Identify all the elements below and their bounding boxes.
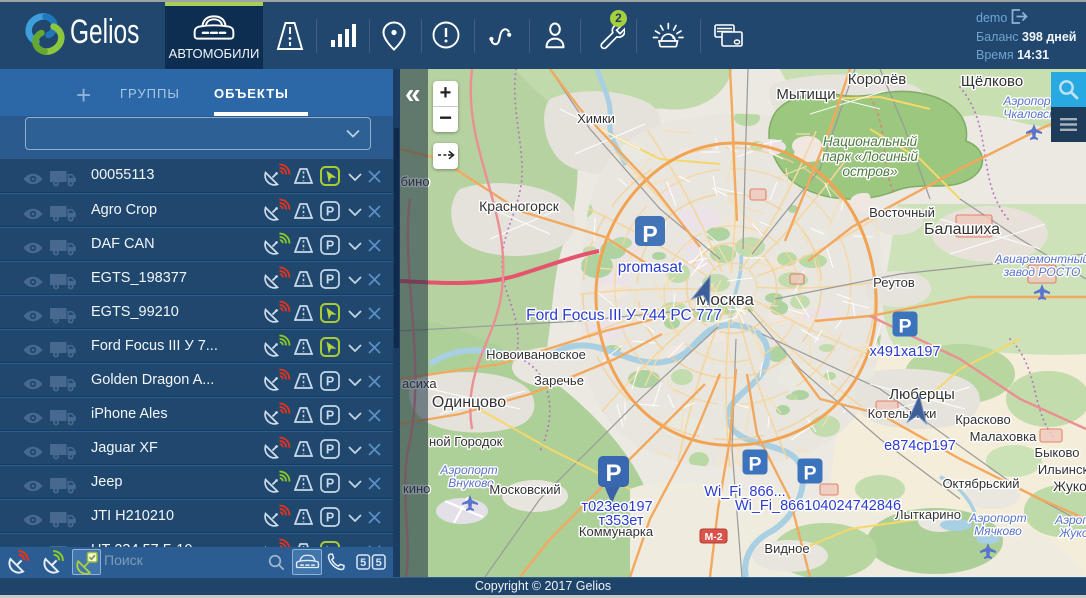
svg-text:Новоивановское: Новоивановское [486, 347, 586, 362]
svg-text:Красногорск: Красногорск [479, 198, 560, 214]
svg-text:P: P [803, 462, 816, 484]
svg-text:ной Городок: ной Городок [429, 434, 503, 449]
svg-text:Химки: Химки [577, 111, 615, 126]
svg-text:Быково: Быково [1035, 445, 1080, 460]
svg-text:Лыткарино: Лыткарино [895, 507, 961, 522]
svg-text:5: 5 [376, 557, 382, 569]
svg-text:Восточный: Восточный [869, 205, 935, 220]
svg-text:парк «Лосиный: парк «Лосиный [822, 149, 918, 164]
svg-text:остров»: остров» [843, 164, 898, 179]
svg-text:x491xa197: x491xa197 [870, 344, 941, 360]
svg-text:promasat: promasat [618, 259, 683, 276]
svg-text:Ильинск: Ильинск [1038, 462, 1086, 477]
svg-text:Красково: Красково [955, 412, 1011, 427]
svg-text:Авиаремонтный: Авиаремонтный [994, 252, 1086, 266]
svg-text:5: 5 [360, 557, 366, 569]
svg-text:Wi_Fi_866104024742846: Wi_Fi_866104024742846 [735, 498, 901, 514]
svg-text:P: P [898, 315, 911, 337]
svg-text:Аэропор: Аэропор [1002, 94, 1051, 108]
svg-text:Балашиха: Балашиха [924, 221, 1000, 238]
svg-text:Щёлково: Щёлково [961, 73, 1023, 90]
svg-text:Жуко: Жуко [1053, 478, 1086, 494]
svg-text:Жуко: Жуко [1058, 526, 1086, 540]
svg-text:Малаховка: Малаховка [970, 429, 1037, 444]
svg-text:Видное: Видное [764, 541, 809, 556]
svg-text:P: P [605, 460, 621, 487]
svg-text:Московский: Московский [489, 482, 560, 497]
svg-text:Аэроп: Аэроп [1054, 513, 1086, 527]
svg-text:Чкаловск: Чкаловск [1003, 107, 1056, 121]
svg-text:Мячково: Мячково [974, 524, 1022, 538]
svg-text:завод РОСТО: завод РОСТО [1003, 265, 1081, 279]
svg-text:Одинцово: Одинцово [432, 394, 506, 411]
svg-text:Аэропорт: Аэропорт [439, 463, 497, 477]
svg-text:Внуково: Внуково [448, 476, 494, 490]
svg-text:P: P [748, 453, 761, 475]
svg-text:P: P [642, 221, 657, 247]
svg-text:Котельники: Котельники [868, 406, 937, 421]
svg-text:Ford Focus III У 744 РС 777: Ford Focus III У 744 РС 777 [526, 307, 722, 324]
svg-text:e874cp197: e874cp197 [884, 438, 956, 454]
svg-text:Аэропорт: Аэропорт [968, 511, 1026, 525]
svg-text:М-2: М-2 [704, 531, 722, 543]
svg-text:Национальный: Национальный [823, 134, 918, 149]
svg-text:Реутов: Реутов [873, 275, 915, 290]
svg-text:Королёв: Королёв [848, 71, 907, 88]
svg-text:Заречье: Заречье [534, 373, 584, 388]
svg-text:Люберцы: Люберцы [889, 386, 955, 403]
svg-text:Мытищи: Мытищи [776, 86, 835, 103]
svg-text:т353ет: т353ет [598, 513, 643, 529]
svg-text:Октябрьский: Октябрьский [942, 476, 1019, 491]
